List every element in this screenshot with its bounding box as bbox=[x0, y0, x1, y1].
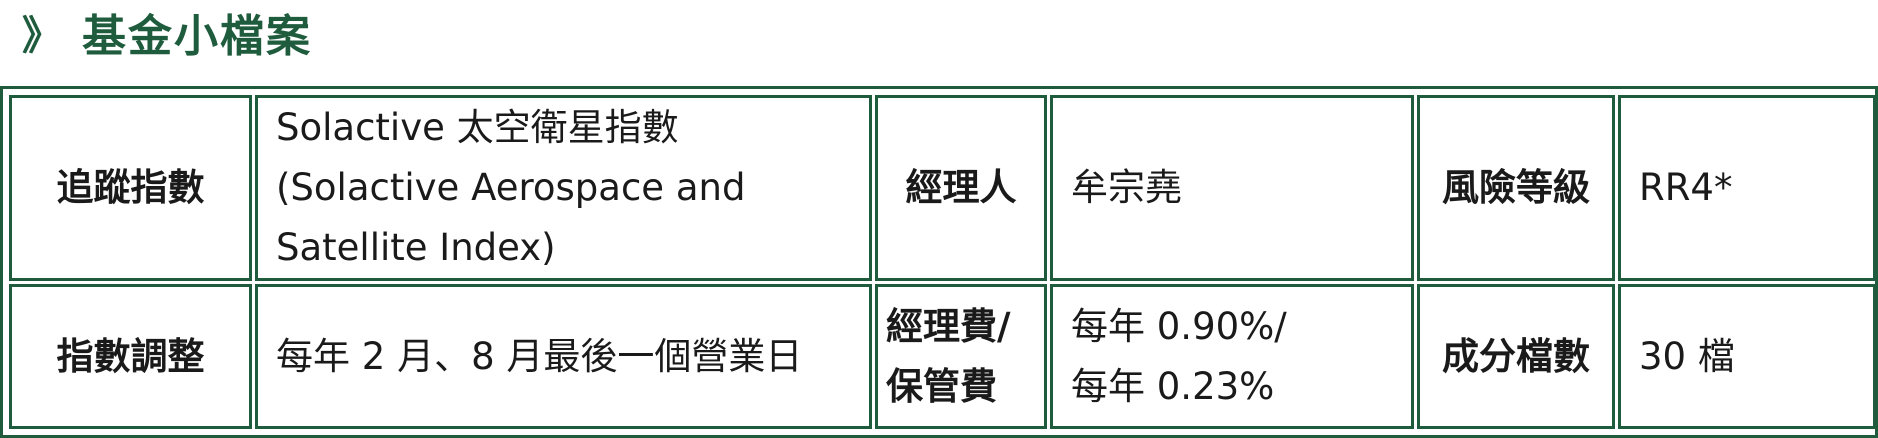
index-adjustment-label: 指數調整 bbox=[9, 284, 252, 429]
risk-level-value: RR4* bbox=[1618, 95, 1876, 281]
fee-label-line: 保管費 bbox=[886, 364, 997, 408]
tracking-index-label: 追蹤指數 bbox=[9, 95, 252, 281]
fee-value-line: 每年 0.90%/ bbox=[1071, 304, 1287, 348]
section-title-text: 基金小檔案 bbox=[82, 11, 312, 62]
table-row: 追蹤指數 Solactive 太空衛星指數 (Solactive Aerospa… bbox=[9, 95, 1876, 281]
holdings-count-value: 30 檔 bbox=[1618, 284, 1876, 429]
fee-value: 每年 0.90%/ 每年 0.23% bbox=[1050, 284, 1414, 429]
table-row: 指數調整 每年 2 月、8 月最後一個營業日 經理費/ 保管費 每年 0.90%… bbox=[9, 284, 1876, 429]
section-title: 》 基金小檔案 bbox=[22, 4, 312, 62]
tracking-index-line: Solactive 太空衛星指數 bbox=[276, 106, 679, 149]
double-chevron-icon: 》 bbox=[22, 13, 64, 59]
fee-label: 經理費/ 保管費 bbox=[875, 284, 1047, 429]
index-adjustment-value: 每年 2 月、8 月最後一個營業日 bbox=[255, 284, 872, 429]
fund-info-table-frame: 追蹤指數 Solactive 太空衛星指數 (Solactive Aerospa… bbox=[0, 86, 1878, 438]
holdings-count-label: 成分檔數 bbox=[1417, 284, 1615, 429]
tracking-index-value: Solactive 太空衛星指數 (Solactive Aerospace an… bbox=[255, 95, 872, 281]
manager-value: 牟宗堯 bbox=[1050, 95, 1414, 281]
tracking-index-line: Satellite Index) bbox=[276, 226, 556, 269]
fee-label-line: 經理費/ bbox=[886, 304, 1011, 348]
fee-value-line: 每年 0.23% bbox=[1071, 364, 1275, 408]
risk-level-label: 風險等級 bbox=[1417, 95, 1615, 281]
manager-label: 經理人 bbox=[875, 95, 1047, 281]
tracking-index-line: (Solactive Aerospace and bbox=[276, 166, 746, 209]
fund-info-table: 追蹤指數 Solactive 太空衛星指數 (Solactive Aerospa… bbox=[6, 92, 1878, 432]
